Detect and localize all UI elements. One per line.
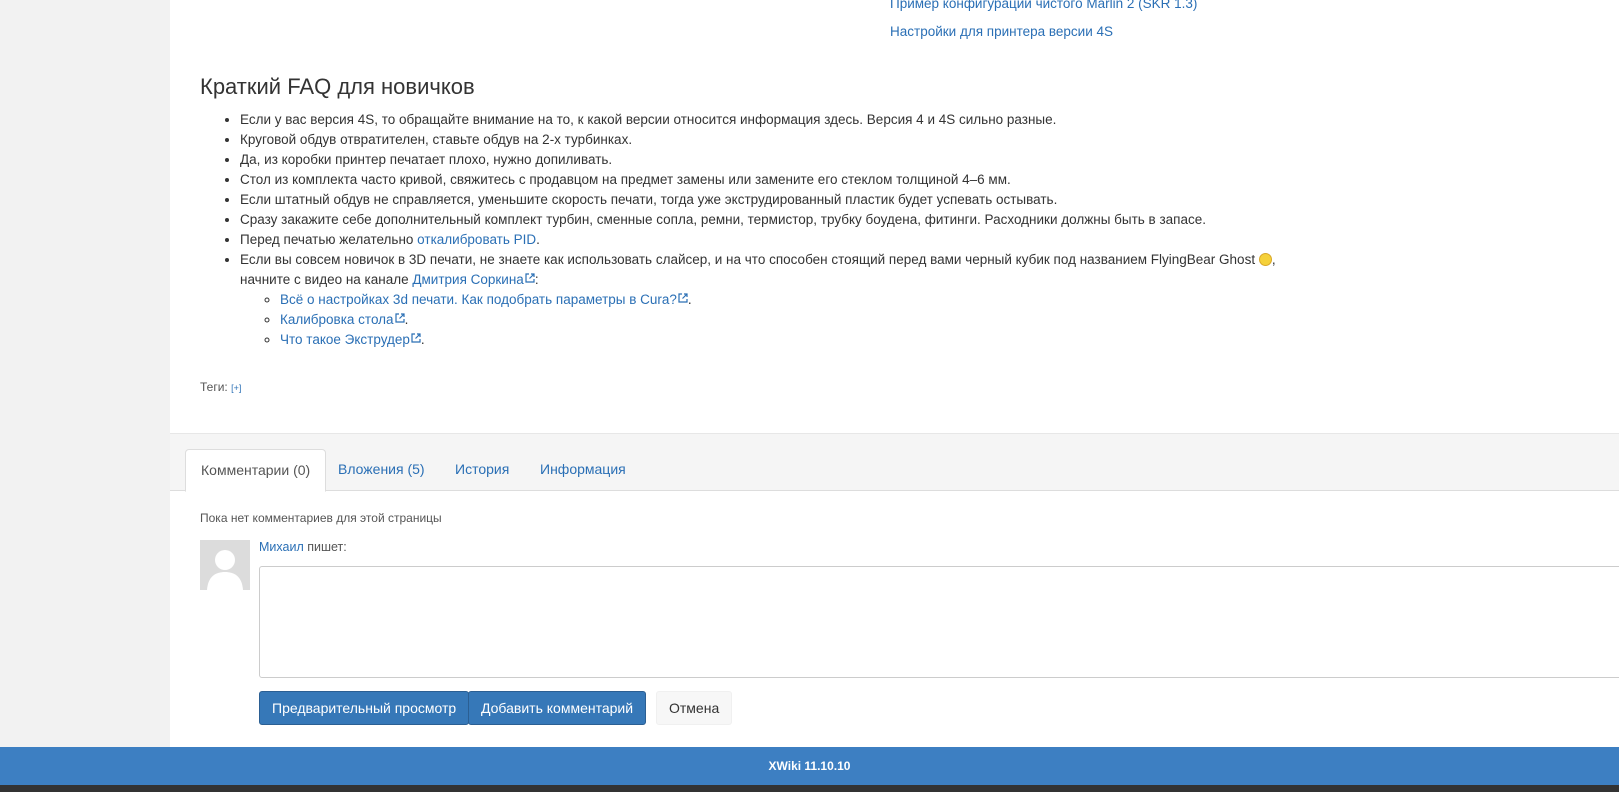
faq-item-video: Если вы совсем новичок в 3D печати, не з… [240, 250, 1300, 350]
smiley-icon [1258, 253, 1272, 266]
comment-textarea[interactable] [259, 566, 1619, 678]
video-link-bed-calibration[interactable]: Калибровка стола [280, 312, 405, 327]
pid-prefix: Перед печатью желательно [240, 232, 418, 247]
faq-item: Да, из коробки принтер печатает плохо, н… [240, 150, 1300, 170]
faq-item: Сразу закажите себе дополнительный компл… [240, 210, 1300, 230]
tab-history[interactable]: История [440, 449, 524, 492]
comment-author-line: Михаил пишет: [259, 540, 347, 554]
add-tag-button[interactable]: [+] [231, 383, 241, 393]
footer: XWiki 11.10.10 [0, 747, 1619, 785]
printer-4s-settings-link[interactable]: Настройки для принтера версии 4S [890, 24, 1113, 39]
faq-item: Если у вас версия 4S, то обращайте внима… [240, 110, 1300, 130]
external-link-icon [678, 293, 688, 303]
preview-button[interactable]: Предварительный просмотр [259, 691, 470, 725]
cancel-button[interactable]: Отмена [656, 691, 733, 725]
related-links: Пример конфигурации чистого Marlin 2 (SK… [890, 0, 1197, 52]
doc-extra-tabs: Комментарии (0) Вложения (5) История Инф… [170, 433, 1619, 492]
faq-item: Стол из комплекта часто кривой, свяжитес… [240, 170, 1300, 190]
video-label: Всё о настройках 3d печати. Как подобрат… [280, 292, 677, 307]
calibrate-pid-link[interactable]: откалибровать PID [417, 232, 536, 247]
author-channel-link[interactable]: Дмитрия Соркина [412, 272, 535, 287]
external-link-icon [411, 333, 421, 343]
tab-information[interactable]: Информация [525, 449, 641, 492]
external-link-icon [525, 273, 535, 283]
faq-list: Если у вас версия 4S, то обращайте внима… [200, 110, 1300, 350]
external-link-icon [394, 313, 405, 323]
video-label: Калибровка стола [280, 312, 394, 327]
tags-section: Теги: [+] [200, 380, 241, 394]
faq-item: Если штатный обдув не справляется, умень… [240, 190, 1300, 210]
footer-version: XWiki 11.10.10 [768, 759, 851, 773]
video-link-extruder[interactable]: Что такое Экструдер [280, 332, 421, 347]
tab-attachments[interactable]: Вложения (5) [323, 449, 440, 492]
video-item: Что такое Экструдер. [280, 330, 1300, 350]
user-silhouette-icon [200, 540, 250, 590]
author-channel-label: Дмитрия Соркина [412, 272, 524, 287]
video-item: Всё о настройках 3d печати. Как подобрат… [280, 290, 1300, 310]
writes-label: пишет: [303, 540, 347, 554]
avatar [200, 540, 250, 590]
tab-comments[interactable]: Комментарии (0) [185, 449, 327, 492]
marlin-config-link[interactable]: Пример конфигурации чистого Marlin 2 (SK… [890, 0, 1197, 11]
tags-label: Теги: [200, 380, 228, 394]
video-item: Калибровка стола. [280, 310, 1300, 330]
video-list: Всё о настройках 3d печати. Как подобрат… [240, 290, 1300, 350]
faq-item-pid: Перед печатью желательно откалибровать P… [240, 230, 1300, 250]
add-comment-button[interactable]: Добавить комментарий [468, 691, 647, 725]
content-area: Пример конфигурации чистого Marlin 2 (SK… [170, 0, 1619, 747]
faq-heading: Краткий FAQ для новичков [200, 74, 475, 99]
pid-suffix: . [536, 232, 540, 247]
video-text-part1: Если вы совсем новичок в 3D печати, не з… [240, 252, 1259, 267]
bottom-strip [0, 785, 1619, 792]
video-colon: : [534, 272, 539, 287]
no-comments-text: Пока нет комментариев для этой страницы [200, 511, 442, 525]
video-label: Что такое Экструдер [280, 332, 410, 347]
faq-item: Круговой обдув отвратителен, ставьте обд… [240, 130, 1300, 150]
video-link-cura-settings[interactable]: Всё о настройках 3d печати. Как подобрат… [280, 292, 688, 307]
comment-author-link[interactable]: Михаил [259, 540, 304, 554]
